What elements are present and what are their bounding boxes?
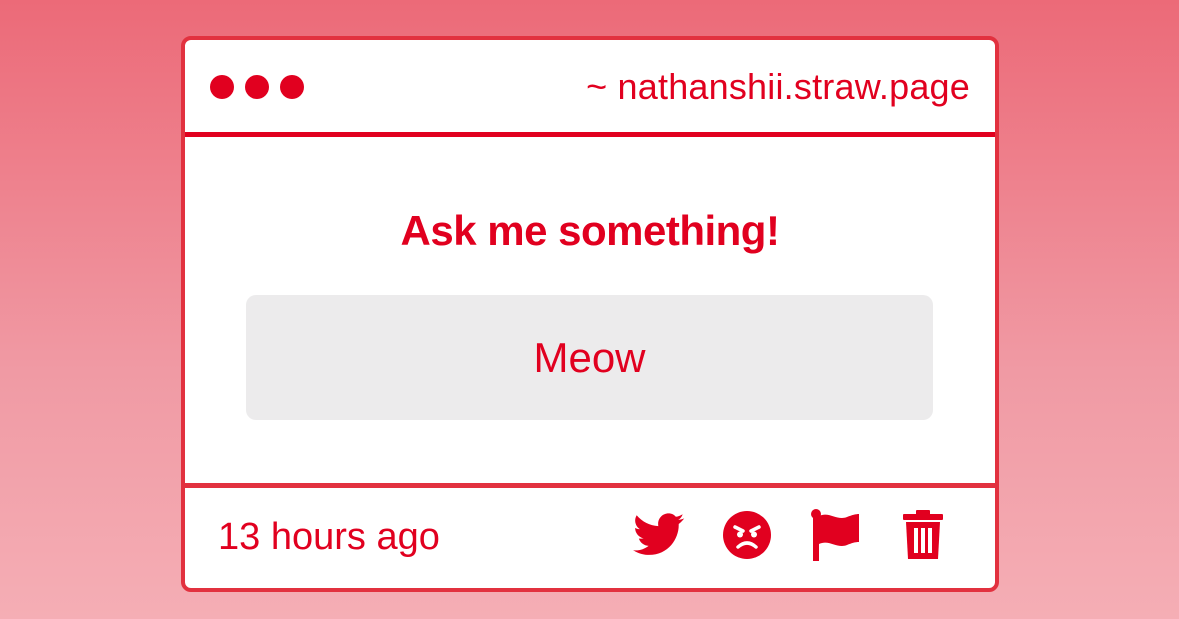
question-content: Ask me something! Meow <box>185 137 995 483</box>
window-dot-2[interactable] <box>245 75 269 99</box>
report-button[interactable] <box>808 508 862 562</box>
window-controls <box>210 75 304 99</box>
twitter-icon <box>633 513 685 555</box>
window-dot-3[interactable] <box>280 75 304 99</box>
block-user-button[interactable] <box>720 508 774 562</box>
page-url: ~ nathanshii.straw.page <box>586 66 970 107</box>
share-twitter-button[interactable] <box>632 508 686 562</box>
window-titlebar: ~ nathanshii.straw.page <box>185 40 995 137</box>
delete-button[interactable] <box>896 508 950 562</box>
answer-box: Meow <box>246 295 933 420</box>
flag-icon <box>811 509 859 561</box>
action-bar <box>632 508 950 562</box>
angry-face-icon <box>723 511 771 559</box>
window-dot-1[interactable] <box>210 75 234 99</box>
answer-text: Meow <box>533 333 646 381</box>
card-footer: 13 hours ago <box>185 483 995 588</box>
trash-icon <box>903 510 943 559</box>
timestamp: 13 hours ago <box>218 516 440 558</box>
question-card: ~ nathanshii.straw.page Ask me something… <box>181 36 999 592</box>
question-prompt: Ask me something! <box>400 207 780 254</box>
